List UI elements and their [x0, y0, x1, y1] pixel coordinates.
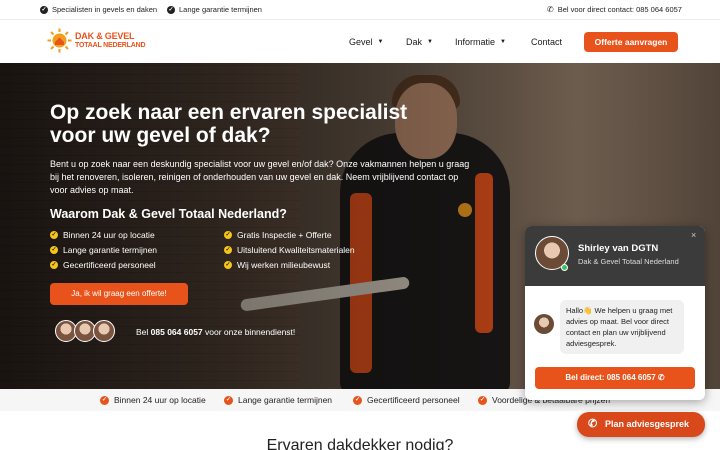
check-icon: ✓ [224, 261, 232, 269]
chat-widget[interactable]: Shirley van DGTN Dak & Gevel Totaal Nede… [525, 226, 705, 400]
check-icon: ✓ [224, 231, 232, 239]
chevron-down-icon: ▼ [427, 39, 433, 45]
agent-company: Dak & Gevel Totaal Nederland [578, 257, 679, 266]
menu-label: Contact [531, 37, 563, 47]
usp-label: Lange garantie termijnen [179, 5, 262, 14]
benefit-item: ✓ Lange garantie termijnen [224, 395, 332, 405]
menu-item-dak[interactable]: Dak ▼ [406, 37, 433, 47]
usp-item: ✓ Gratis Inspectie + Offerte [224, 230, 332, 240]
menu-item-gevel[interactable]: Gevel ▼ [349, 37, 383, 47]
benefit-text: Gecertificeerd personeel [367, 395, 460, 405]
check-icon: ✓ [40, 5, 48, 14]
usp-warranty: ✓ Lange garantie termijnen [167, 5, 262, 14]
section-title: Ervaren dakdekker nodig? [266, 437, 454, 450]
usp-item: ✓ Binnen 24 uur op locatie [50, 230, 155, 240]
check-icon: ✓ [478, 395, 487, 405]
chat-call-label: Bel direct: 085 064 6057 [565, 373, 656, 382]
online-indicator [561, 264, 568, 271]
check-icon: ✓ [50, 261, 58, 269]
phone-label: Bel voor direct contact: 085 064 6057 [557, 5, 682, 14]
menu-label: Informatie [455, 37, 496, 47]
hero-title: Op zoek naar een ervaren specialist voor… [50, 101, 408, 147]
team-avatars [55, 320, 115, 342]
avatar [93, 320, 115, 342]
why-title: Waarom Dak & Gevel Totaal Nederland? [50, 207, 287, 221]
check-icon: ✓ [100, 395, 109, 405]
logo-line2: TOTAAL NEDERLAND [75, 41, 146, 49]
offerte-button[interactable]: Ja, ik wil graag een offerte! [50, 283, 188, 305]
call-line: Bel 085 064 6057 voor onze binnendienst! [136, 327, 295, 337]
check-icon: ✓ [353, 395, 362, 405]
usp-label: Specialisten in gevels en daken [52, 5, 158, 14]
float-button-label: Plan adviesgesprek [605, 419, 690, 429]
logo-line1: DAK & GEVEL [75, 30, 135, 41]
main-nav: DAK & GEVEL TOTAAL NEDERLAND Gevel ▼ Dak… [0, 20, 720, 63]
check-icon: ✓ [50, 246, 58, 254]
check-icon: ✓ [224, 246, 232, 254]
benefit-text: Binnen 24 uur op locatie [114, 395, 206, 405]
benefit-item: ✓ Binnen 24 uur op locatie [100, 395, 206, 405]
chat-call-button[interactable]: Bel direct: 085 064 6057 ✆ [535, 367, 695, 389]
check-icon: ✓ [50, 231, 58, 239]
chat-header: Shirley van DGTN Dak & Gevel Totaal Nede… [525, 226, 705, 286]
call-number-link[interactable]: 085 064 6057 [151, 327, 203, 337]
check-icon: ✓ [167, 5, 175, 14]
usp-text: Wij werken milieubewust [237, 260, 331, 270]
menu-item-informatie[interactable]: Informatie ▼ [455, 37, 506, 47]
offerte-aanvragen-button[interactable]: Offerte aanvragen [584, 32, 678, 52]
usp-text: Lange garantie termijnen [63, 245, 158, 255]
top-phone-link[interactable]: ✆ Bel voor direct contact: 085 064 6057 [547, 5, 682, 14]
top-bar: ✓ Specialisten in gevels en daken ✓ Lang… [0, 0, 720, 20]
message-avatar [534, 314, 554, 334]
phone-icon: ✆ [547, 5, 554, 14]
chat-message: Hallo👋 We helpen u graag met advies op m… [560, 300, 684, 354]
usp-text: Gecertificeerd personeel [63, 260, 156, 270]
usp-text: Uitsluitend Kwaliteitsmaterialen [237, 245, 355, 255]
menu-item-contact[interactable]: Contact [531, 37, 562, 47]
plan-adviesgesprek-button[interactable]: ✆ Plan adviesgesprek [577, 412, 705, 437]
usp-item: ✓ Gecertificeerd personeel [50, 260, 156, 270]
menu-label: Dak [406, 37, 423, 47]
menu-label: Gevel [349, 37, 373, 47]
hero-description: Bent u op zoek naar een deskundig specia… [50, 159, 470, 195]
sun-logo-icon [47, 28, 72, 53]
agent-name: Shirley van DGTN [578, 243, 659, 254]
call-suffix: voor onze binnendienst! [202, 327, 296, 337]
usp-item: ✓ Lange garantie termijnen [50, 245, 157, 255]
usp-text: Gratis Inspectie + Offerte [237, 230, 332, 240]
usp-specialists: ✓ Specialisten in gevels en daken [40, 5, 157, 14]
call-prefix: Bel [136, 327, 151, 337]
chevron-down-icon: ▼ [377, 39, 384, 45]
usp-text: Binnen 24 uur op locatie [63, 230, 155, 240]
benefit-item: ✓ Gecertificeerd personeel [353, 395, 460, 405]
phone-icon: ✆ [657, 373, 665, 382]
usp-item: ✓ Wij werken milieubewust [224, 260, 330, 270]
usp-item: ✓ Uitsluitend Kwaliteitsmaterialen [224, 245, 355, 255]
benefit-text: Lange garantie termijnen [238, 395, 333, 405]
chevron-down-icon: ▼ [500, 39, 506, 45]
close-icon[interactable]: × [691, 230, 696, 240]
check-icon: ✓ [224, 395, 233, 405]
phone-icon: ✆ [588, 418, 598, 430]
logo[interactable]: DAK & GEVEL TOTAAL NEDERLAND [47, 28, 146, 53]
